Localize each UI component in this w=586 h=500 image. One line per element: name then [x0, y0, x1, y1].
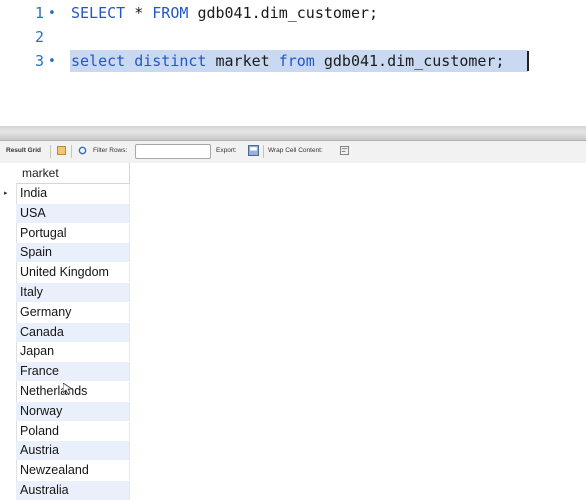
cell-market: India: [20, 186, 48, 200]
table-row[interactable]: Austria: [16, 441, 130, 461]
cell-market: Netherlands: [20, 384, 88, 398]
filter-rows-label: Filter Rows:: [93, 147, 128, 154]
table-row[interactable]: Canada: [16, 322, 130, 342]
export-icon[interactable]: [248, 145, 259, 156]
table-row[interactable]: USA: [16, 203, 130, 223]
editor-line-3[interactable]: 3 • select distinct market from gdb041.d…: [0, 49, 586, 73]
cell-market: Poland: [20, 423, 59, 438]
keyword-select: SELECT: [71, 4, 126, 22]
table-row[interactable]: France: [16, 362, 130, 382]
cell-market: United Kingdom: [20, 265, 109, 280]
text-caret: [527, 51, 529, 71]
wrap-cell-icon[interactable]: [340, 146, 349, 155]
result-grid[interactable]: market ▸ India USA Portugal Spain United Kin…: [0, 163, 586, 500]
column-header-market[interactable]: market: [16, 163, 130, 184]
keyword-select: select distinct: [71, 52, 207, 70]
result-grid-label[interactable]: Result Grid: [6, 147, 41, 154]
table-row[interactable]: Norway: [16, 401, 130, 421]
statement-marker-icon: •: [48, 5, 56, 21]
table-row[interactable]: Australia: [16, 481, 130, 500]
cell-market: France: [20, 364, 59, 379]
grid-icon[interactable]: [57, 146, 66, 155]
filter-rows-input[interactable]: [135, 144, 211, 159]
table-name: gdb041.dim_customer;: [323, 52, 505, 70]
cell-market: Italy: [20, 285, 43, 299]
result-toolbar: Result Grid Filter Rows: Export: Wrap Ce…: [0, 141, 586, 164]
sql-statement-2[interactable]: select distinct market from gdb041.dim_c…: [71, 52, 505, 70]
table-row[interactable]: Spain: [16, 243, 130, 263]
line-number: 2: [34, 28, 44, 46]
filter-icon: [78, 146, 87, 155]
editor-line-2[interactable]: 2: [0, 25, 586, 49]
table-row[interactable]: Germany: [16, 302, 130, 322]
export-label: Export:: [216, 147, 237, 154]
row-gutter: [0, 163, 17, 497]
table-row[interactable]: Newzealand: [16, 461, 130, 481]
cell-market: Japan: [20, 344, 55, 359]
statement-marker-icon: •: [48, 53, 56, 69]
line-number: 3: [34, 52, 44, 70]
table-row[interactable]: United Kingdom: [16, 263, 130, 283]
cell-market: Australia: [20, 483, 69, 497]
cell-market: USA: [20, 205, 46, 220]
toolbar-separator: [71, 145, 72, 158]
keyword-from: FROM: [152, 4, 189, 22]
mouse-cursor-icon: [63, 383, 73, 395]
pane-splitter[interactable]: [0, 126, 586, 141]
sql-statement-1[interactable]: SELECT * FROM gdb041.dim_customer;: [71, 4, 378, 22]
table-row[interactable]: Poland: [16, 421, 130, 441]
cell-market: Norway: [20, 403, 63, 418]
table-row[interactable]: Italy: [16, 283, 130, 302]
line-number: 1: [34, 4, 44, 22]
table-name: gdb041.dim_customer;: [197, 4, 379, 22]
editor-line-1[interactable]: 1 • SELECT * FROM gdb041.dim_customer;: [0, 1, 586, 25]
current-row-icon: ▸: [4, 190, 8, 197]
table-row[interactable]: India: [16, 184, 130, 203]
cell-market: Austria: [20, 443, 59, 458]
sql-editor[interactable]: 1 • SELECT * FROM gdb041.dim_customer; 2…: [0, 0, 586, 126]
cell-market: Newzealand: [20, 463, 89, 478]
table-row[interactable]: Portugal: [16, 223, 130, 243]
cell-market: Portugal: [20, 225, 67, 240]
toolbar-separator: [50, 145, 51, 158]
table-row[interactable]: Netherlands: [16, 382, 130, 401]
cell-market: Germany: [20, 304, 72, 319]
cell-market: Spain: [20, 245, 52, 260]
wrap-cell-label: Wrap Cell Content:: [268, 147, 323, 154]
cell-market: Canada: [20, 324, 64, 339]
toolbar-separator: [263, 145, 264, 158]
table-row[interactable]: Japan: [16, 342, 130, 362]
keyword-from: from: [278, 52, 315, 70]
